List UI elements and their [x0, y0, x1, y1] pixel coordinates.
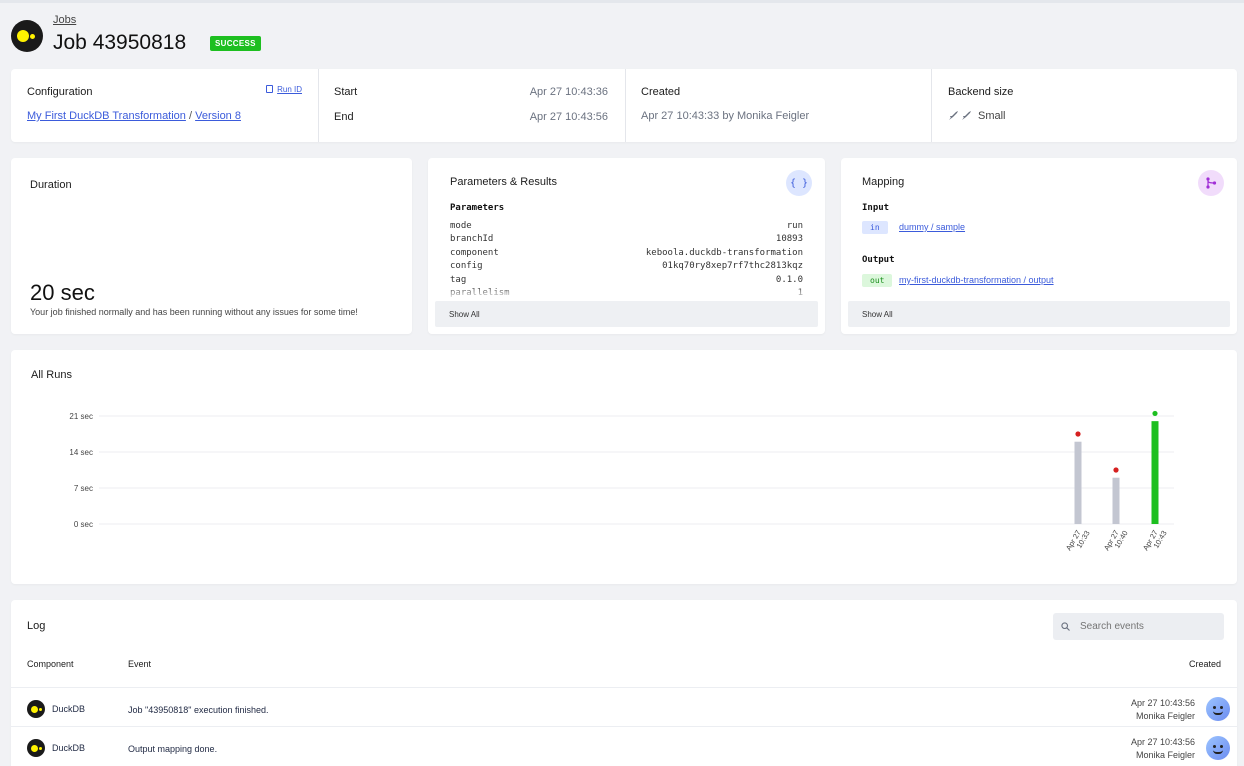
- param-row: component keboola.duckdb-transformation: [450, 248, 803, 261]
- start-end-cell: Start Apr 27 10:43:36 End Apr 27 10:43:5…: [318, 69, 625, 142]
- output-label: Output: [862, 255, 895, 265]
- y-tick-label: 7 sec: [74, 484, 93, 493]
- run-status-dot: [1152, 410, 1158, 417]
- search-events-input[interactable]: [1053, 613, 1224, 640]
- y-tick-label: 14 sec: [69, 448, 93, 457]
- log-time: Apr 27 10:43:56: [1130, 698, 1195, 708]
- input-tag: in: [862, 221, 888, 234]
- config-links: My First DuckDB Transformation / Version…: [27, 110, 241, 122]
- run-id-label: Run ID: [277, 85, 302, 94]
- output-mapping-link[interactable]: my-first-duckdb-transformation / output: [899, 275, 1054, 285]
- log-title: Log: [27, 620, 46, 632]
- created-label: Created: [641, 86, 681, 98]
- user-avatar[interactable]: [1206, 736, 1230, 760]
- param-row: mode run: [450, 221, 803, 234]
- log-user: Monika Feigler: [1135, 750, 1195, 760]
- param-value: run: [786, 221, 803, 231]
- run-bar[interactable]: [1112, 477, 1120, 524]
- row-divider: [11, 726, 1237, 727]
- rocket-icon: [948, 110, 974, 124]
- version-link[interactable]: Version 8: [195, 110, 241, 122]
- duration-note: Your job finished normally and has been …: [30, 307, 358, 317]
- mapping-show-all-button[interactable]: Show All: [848, 301, 1230, 327]
- log-component: DuckDB: [52, 743, 86, 753]
- log-time: Apr 27 10:43:56: [1130, 737, 1195, 747]
- all-runs-card: All Runs 0 sec 7 sec 14 sec 21 sec Apr 2710:…: [11, 350, 1237, 584]
- log-card: Log Component Event Created DuckDB Job "4…: [11, 600, 1237, 766]
- param-key: component: [450, 247, 499, 258]
- parameters-card: Parameters & Results { } Parameters mode…: [428, 158, 825, 334]
- log-row[interactable]: DuckDB Output mapping done. Apr 27 10:43:5…: [11, 726, 1237, 765]
- param-key: mode: [450, 221, 472, 231]
- braces-icon[interactable]: { }: [786, 170, 812, 196]
- input-mapping-link[interactable]: dummy / sample: [899, 222, 965, 232]
- param-key: branchId: [450, 234, 494, 245]
- run-status-dot: [1075, 431, 1081, 437]
- search-icon: [1061, 622, 1070, 631]
- params-show-all-button[interactable]: Show All: [435, 301, 818, 327]
- parameters-title: Parameters & Results: [450, 176, 557, 188]
- status-badge: SUCCESS: [210, 36, 261, 51]
- runs-chart: 0 sec 7 sec 14 sec 21 sec Apr 2710:33 Apr 271…: [69, 410, 1174, 556]
- copy-icon: [266, 85, 274, 93]
- duckdb-component-icon: [27, 700, 45, 718]
- run-status-dot: [1113, 467, 1119, 473]
- backend-cell: Backend size Small: [931, 69, 1237, 142]
- duckdb-component-icon: [27, 739, 45, 757]
- param-key: config: [450, 261, 483, 272]
- fade-overlay: [428, 286, 825, 300]
- y-tick-label: 21 sec: [69, 412, 93, 421]
- backend-value: Small: [978, 110, 1006, 122]
- mapping-title: Mapping: [862, 176, 905, 188]
- duckdb-logo-icon: [11, 20, 43, 52]
- duration-card: Duration 20 sec Your job finished normal…: [11, 158, 412, 334]
- configuration-label: Configuration: [27, 86, 93, 98]
- param-key: tag: [450, 274, 467, 285]
- param-value: 0.1.0: [775, 274, 803, 285]
- x-tick-label: Apr 2710:43: [1141, 525, 1169, 556]
- created-cell: Created Apr 27 10:43:33 by Monika Feigle…: [625, 69, 931, 142]
- breadcrumb-jobs[interactable]: Jobs: [53, 14, 76, 26]
- config-separator: /: [188, 110, 193, 122]
- param-value: keboola.duckdb-transformation: [645, 247, 803, 258]
- y-tick-label: 0 sec: [74, 520, 93, 529]
- col-created: Created: [1188, 659, 1221, 669]
- run-bar[interactable]: [1074, 441, 1082, 524]
- log-user: Monika Feigler: [1135, 711, 1195, 721]
- parameters-subtitle: Parameters: [450, 203, 505, 213]
- duration-title: Duration: [30, 179, 72, 191]
- copy-run-id-button[interactable]: Run ID: [266, 85, 302, 94]
- end-value: Apr 27 10:43:56: [529, 111, 608, 123]
- param-value: 10893: [775, 234, 803, 245]
- col-event: Event: [128, 659, 152, 669]
- log-event: Job "43950818" execution finished.: [128, 705, 269, 715]
- created-value: Apr 27 10:43:33 by Monika Feigler: [641, 110, 810, 122]
- start-value: Apr 27 10:43:36: [529, 86, 608, 98]
- backend-label: Backend size: [948, 86, 1014, 98]
- user-avatar[interactable]: [1206, 697, 1230, 721]
- start-label: Start: [334, 86, 358, 98]
- log-component: DuckDB: [52, 704, 86, 714]
- input-label: Input: [862, 203, 890, 213]
- page-title: Job 43950818: [53, 31, 187, 54]
- col-component: Component: [27, 659, 74, 669]
- x-tick-label: Apr 2710:33: [1064, 525, 1092, 556]
- param-row: branchId 10893: [450, 234, 803, 247]
- branch-icon[interactable]: [1198, 170, 1224, 196]
- end-label: End: [334, 111, 354, 123]
- output-tag: out: [862, 274, 893, 287]
- top-border: [0, 0, 1244, 3]
- log-row[interactable]: DuckDB Job "43950818" execution finished.…: [11, 687, 1237, 726]
- param-row: config 01kq70ry8xep7rf7thc2813kqz: [450, 261, 803, 274]
- x-tick-label: Apr 2710:40: [1102, 525, 1130, 556]
- config-link[interactable]: My First DuckDB Transformation: [27, 110, 186, 122]
- mapping-card: Mapping Input in dummy / sample Output o…: [841, 158, 1237, 334]
- log-event: Output mapping done.: [128, 744, 218, 754]
- row-divider: [11, 687, 1237, 688]
- configuration-cell: Configuration Run ID My First DuckDB Tra…: [11, 69, 318, 142]
- duration-value: 20 sec: [30, 280, 95, 305]
- run-bar[interactable]: [1151, 421, 1159, 524]
- job-info-strip: Configuration Run ID My First DuckDB Tra…: [11, 69, 1237, 142]
- param-value: 01kq70ry8xep7rf7thc2813kqz: [662, 261, 803, 272]
